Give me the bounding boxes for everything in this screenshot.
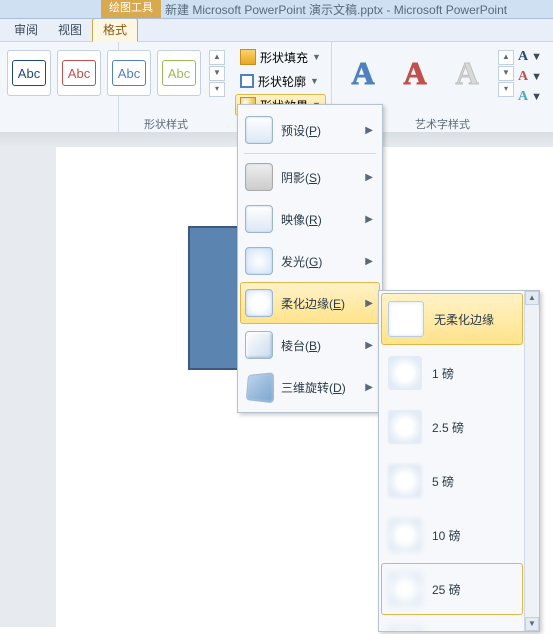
wordart-style-1[interactable]: A: [340, 50, 386, 96]
soft-edge-none[interactable]: 无柔化边缘: [381, 293, 523, 345]
tab-format[interactable]: 格式: [92, 18, 138, 42]
soft-edge-5pt[interactable]: 5 磅: [381, 455, 523, 507]
chevron-right-icon: ▶: [365, 340, 373, 351]
fx-menu-3d-rotation[interactable]: 三维旋转(D) ▶: [240, 366, 380, 408]
soft-edge-5pt-swatch: [388, 464, 422, 498]
shadow-thumb-icon: [245, 163, 273, 191]
soft-edge-5pt-label: 5 磅: [432, 473, 454, 490]
soft-edge-1pt[interactable]: 1 磅: [381, 347, 523, 399]
shape-style-item-3[interactable]: Abc: [107, 50, 151, 96]
fx-menu-preset[interactable]: 预设(P) ▶: [240, 109, 380, 151]
submenu-scroll-down[interactable]: ▼: [525, 617, 539, 631]
chevron-down-icon: ▼: [310, 76, 319, 86]
gallery-more-button[interactable]: ▾: [209, 82, 225, 97]
reflection-thumb-icon: [245, 205, 273, 233]
soft-edges-thumb-icon: [245, 289, 273, 317]
shape-outline-label: 形状轮廓: [258, 73, 306, 90]
chevron-right-icon: ▶: [365, 214, 373, 225]
fx-menu-bevel[interactable]: 棱台(B) ▶: [240, 324, 380, 366]
submenu-scroll-up[interactable]: ▲: [525, 291, 539, 305]
glow-thumb-icon: [245, 247, 273, 275]
shape-effects-menu: 预设(P) ▶ 阴影(S) ▶ 映像(R) ▶ 发光(G) ▶ 柔化边缘(E) …: [237, 104, 383, 413]
soft-edge-2-5pt-label: 2.5 磅: [432, 419, 464, 436]
submenu-scrollbar[interactable]: [524, 291, 539, 631]
chevron-right-icon: ▶: [365, 256, 373, 267]
paint-bucket-icon: [240, 49, 256, 65]
text-fill-icon: A: [518, 49, 528, 65]
soft-edge-50pt-swatch: [388, 626, 422, 632]
soft-edge-1pt-label: 1 磅: [432, 365, 454, 382]
soft-edge-10pt-label: 10 磅: [432, 527, 461, 544]
text-effects-icon: A: [518, 89, 528, 105]
fx-menu-shadow-label: 阴影(S): [281, 169, 375, 186]
pen-outline-icon: [240, 74, 254, 88]
fx-menu-preset-label: 预设(P): [281, 122, 375, 139]
fx-menu-reflection[interactable]: 映像(R) ▶: [240, 198, 380, 240]
tab-review[interactable]: 审阅: [4, 19, 48, 41]
soft-edge-25pt[interactable]: 25 磅: [381, 563, 523, 615]
chevron-right-icon: ▶: [365, 172, 373, 183]
wordart-side-buttons: A▼ A▼ A▼: [518, 42, 546, 106]
fx-menu-bevel-label: 棱台(B): [281, 337, 375, 354]
chevron-down-icon: ▼: [312, 52, 321, 62]
text-outline-button[interactable]: A▼: [518, 68, 542, 86]
bevel-thumb-icon: [245, 331, 273, 359]
shape-style-gallery: Abc Abc Abc Abc: [1, 42, 209, 116]
gallery-down-button[interactable]: ▼: [209, 66, 225, 81]
preset-thumb-icon: [245, 116, 273, 144]
rotation3d-thumb-icon: [246, 372, 274, 403]
shape-style-item-2[interactable]: Abc: [57, 50, 101, 96]
soft-edge-25pt-label: 25 磅: [432, 581, 461, 598]
soft-edges-submenu: 无柔化边缘 1 磅 2.5 磅 5 磅 10 磅 25 磅 50 磅 ▲ ▼: [378, 290, 540, 632]
fx-menu-glow-label: 发光(G): [281, 253, 375, 270]
window-title: 新建 Microsoft PowerPoint 演示文稿.pptx - Micr…: [165, 1, 507, 18]
chevron-right-icon: ▶: [365, 382, 373, 393]
wordart-up-button[interactable]: ▲: [498, 50, 514, 65]
soft-edge-25pt-swatch: [388, 572, 422, 606]
contextual-tab-drawing-tools: 绘图工具: [101, 0, 161, 18]
text-fill-button[interactable]: A▼: [518, 48, 542, 66]
soft-edge-2-5pt[interactable]: 2.5 磅: [381, 401, 523, 453]
fx-menu-3d-rotation-label: 三维旋转(D): [281, 379, 375, 396]
wordart-style-3[interactable]: A: [444, 50, 490, 96]
soft-edge-50pt[interactable]: 50 磅: [381, 617, 523, 632]
menu-separator: [244, 153, 376, 154]
shape-outline-button[interactable]: 形状轮廓 ▼: [235, 70, 326, 92]
soft-edge-none-label: 无柔化边缘: [434, 311, 494, 328]
wordart-gallery-spinner: ▲ ▼ ▾: [498, 42, 518, 106]
soft-edge-2-5pt-swatch: [388, 410, 422, 444]
fx-menu-soft-edges-label: 柔化边缘(E): [281, 295, 375, 312]
fx-menu-soft-edges[interactable]: 柔化边缘(E) ▶: [240, 282, 380, 324]
text-effects-button[interactable]: A▼: [518, 88, 542, 106]
fx-menu-glow[interactable]: 发光(G) ▶: [240, 240, 380, 282]
soft-edge-none-swatch: [388, 301, 424, 337]
shape-style-item-1[interactable]: Abc: [7, 50, 51, 96]
tab-view[interactable]: 视图: [48, 19, 92, 41]
fx-menu-reflection-label: 映像(R): [281, 211, 375, 228]
shape-fill-button[interactable]: 形状填充 ▼: [235, 46, 326, 68]
text-outline-icon: A: [518, 69, 528, 85]
soft-edge-10pt[interactable]: 10 磅: [381, 509, 523, 561]
shape-style-gallery-spinner: ▲ ▼ ▾: [209, 42, 229, 116]
ribbon-tabs: 审阅 视图 格式: [0, 19, 553, 42]
wordart-down-button[interactable]: ▼: [498, 66, 514, 81]
wordart-gallery: A A A: [332, 42, 498, 106]
chevron-right-icon: ▶: [365, 125, 373, 136]
shape-style-item-4[interactable]: Abc: [157, 50, 201, 96]
soft-edge-10pt-swatch: [388, 518, 422, 552]
shape-fill-label: 形状填充: [260, 49, 308, 66]
wordart-style-2[interactable]: A: [392, 50, 438, 96]
wordart-more-button[interactable]: ▾: [498, 82, 514, 97]
chevron-right-icon: ▶: [365, 298, 373, 309]
title-bar: 绘图工具 新建 Microsoft PowerPoint 演示文稿.pptx -…: [0, 0, 553, 19]
gallery-up-button[interactable]: ▲: [209, 50, 225, 65]
soft-edge-1pt-swatch: [388, 356, 422, 390]
fx-menu-shadow[interactable]: 阴影(S) ▶: [240, 156, 380, 198]
